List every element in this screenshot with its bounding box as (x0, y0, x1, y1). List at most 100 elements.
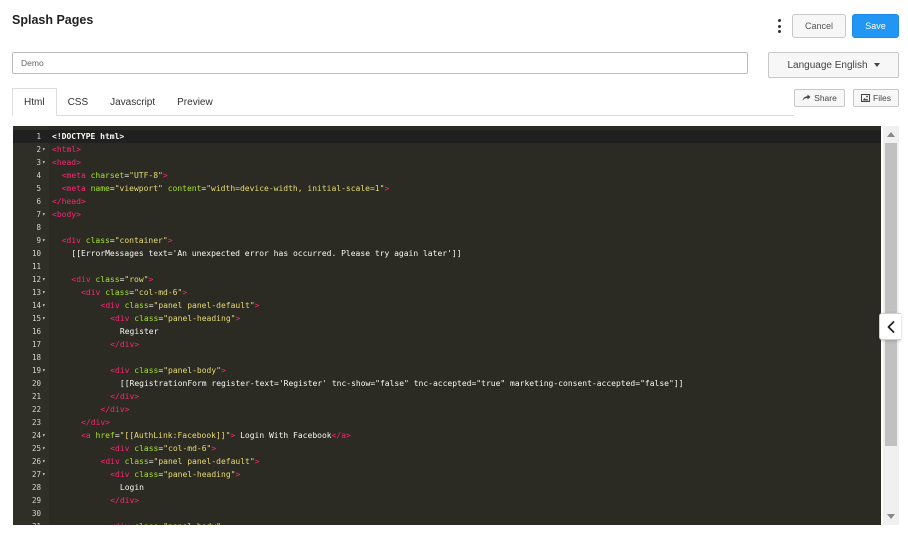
share-button[interactable]: Share (794, 89, 845, 107)
scrollbar-thumb[interactable] (885, 143, 897, 446)
code-line[interactable]: 5 <meta name="viewport" content="width=de… (13, 182, 881, 195)
code-token: Login With Facebook (235, 431, 332, 440)
code-text: [[ErrorMessages text='An unexpected erro… (49, 249, 462, 258)
fold-toggle-icon[interactable]: ▾ (41, 211, 49, 218)
code-line[interactable]: 11 (13, 260, 881, 273)
cancel-button[interactable]: Cancel (792, 14, 846, 38)
code-token: <div (100, 301, 125, 310)
code-line[interactable]: 25 ▾ <div class="col-md-6"> (13, 442, 881, 455)
fold-toggle-icon[interactable]: ▾ (41, 159, 49, 166)
fold-toggle-icon[interactable]: ▾ (41, 523, 49, 525)
fold-toggle-icon[interactable]: ▾ (41, 432, 49, 439)
code-line[interactable]: 10 [[ErrorMessages text='An unexpected er… (13, 247, 881, 260)
code-token: <div (110, 314, 135, 323)
scroll-down-arrow-icon[interactable] (887, 514, 895, 519)
code-text: <div class="col-md-6"> (49, 288, 187, 297)
line-number: 28 (31, 483, 41, 492)
code-token: <a (81, 431, 96, 440)
code-token: Login (119, 483, 144, 492)
code-token: "panel panel-default" (153, 457, 255, 466)
code-line[interactable]: 29 </div> (13, 494, 881, 507)
line-number: 18 (31, 353, 41, 362)
line-number: 21 (31, 392, 41, 401)
line-number: 31 (13, 522, 41, 525)
editor-tabs: Html CSS Javascript Preview (12, 88, 794, 116)
code-text: <div class="panel-heading"> (49, 314, 240, 323)
code-line[interactable]: 15 ▾ <div class="panel-heading"> (13, 312, 881, 325)
code-token: [[ErrorMessages text='An unexpected erro… (71, 249, 462, 258)
code-token: > (148, 275, 154, 284)
code-text: <div class="panel-heading"> (49, 470, 240, 479)
code-text: <html> (49, 145, 81, 154)
code-line[interactable]: 1 <!DOCTYPE html> (13, 130, 881, 143)
code-line[interactable]: 8 (13, 221, 881, 234)
code-token: </div> (110, 496, 140, 505)
fold-toggle-icon[interactable]: ▾ (41, 315, 49, 322)
code-token: charset (90, 171, 125, 180)
fold-toggle-icon[interactable]: ▾ (41, 276, 49, 283)
code-line[interactable]: 31▾<div class="panel-body"> (13, 520, 881, 525)
code-line[interactable]: 21 </div> (13, 390, 881, 403)
code-line[interactable]: 9 ▾ <div class="container"> (13, 234, 881, 247)
more-options-icon[interactable] (776, 19, 782, 33)
code-line[interactable]: 7 ▾ <body> (13, 208, 881, 221)
code-line[interactable]: 19 ▾ <div class="panel-body"> (13, 364, 881, 377)
code-line[interactable]: 2 ▾ <html> (13, 143, 881, 156)
code-token: "width=device-width, initial-scale=1" (206, 184, 385, 193)
files-button[interactable]: Files (853, 89, 899, 107)
fold-toggle-icon[interactable]: ▾ (41, 146, 49, 153)
tab-html[interactable]: Html (12, 88, 57, 116)
language-dropdown[interactable]: Language English (768, 52, 899, 78)
code-line[interactable]: 14 ▾ <div class="panel panel-default"> (13, 299, 881, 312)
code-line[interactable]: 23 </div> (13, 416, 881, 429)
code-token: "panel panel-default" (153, 301, 255, 310)
code-token: class (124, 301, 149, 310)
fold-toggle-icon[interactable]: ▾ (41, 471, 49, 478)
code-line[interactable]: 13 ▾ <div class="col-md-6"> (13, 286, 881, 299)
line-number: 12 (31, 275, 41, 284)
code-line[interactable]: 30 (13, 507, 881, 520)
code-token: name (90, 184, 110, 193)
page-name-input[interactable]: Demo (12, 52, 748, 74)
code-line[interactable]: 18 (13, 351, 881, 364)
code-line[interactable]: 4 <meta charset="UTF-8"> (13, 169, 881, 182)
code-line[interactable]: 17 </div> (13, 338, 881, 351)
line-number: 16 (31, 327, 41, 336)
tab-css[interactable]: CSS (57, 88, 100, 116)
code-text: </div> (49, 405, 130, 414)
code-token: "col-md-6" (134, 288, 183, 297)
image-icon (861, 94, 871, 102)
code-token: <div (100, 457, 125, 466)
code-editor[interactable]: 1 <!DOCTYPE html> 2 ▾ <html> 3 ▾ <head> 4 <meta c… (13, 126, 881, 525)
code-line[interactable]: 24 ▾ <a href="[[AuthLink:Facebook]]"> Logi… (13, 429, 881, 442)
code-token: class (134, 470, 159, 479)
code-line[interactable]: 16 Register (13, 325, 881, 338)
code-token: "panel-body" (163, 366, 221, 375)
code-line[interactable]: 27 ▾ <div class="panel-heading"> (13, 468, 881, 481)
code-line[interactable]: 20 [[RegistrationForm register-text='Regi… (13, 377, 881, 390)
line-number: 11 (31, 262, 41, 271)
code-line[interactable]: 6 </head> (13, 195, 881, 208)
code-line[interactable]: 3 ▾ <head> (13, 156, 881, 169)
save-button[interactable]: Save (852, 14, 899, 38)
fold-toggle-icon[interactable]: ▾ (41, 289, 49, 296)
collapse-panel-button[interactable] (879, 313, 901, 340)
code-token: class (134, 314, 159, 323)
fold-toggle-icon[interactable]: ▾ (41, 367, 49, 374)
code-text: <body> (49, 210, 81, 219)
tab-javascript[interactable]: Javascript (99, 88, 166, 116)
code-line[interactable]: 22 </div> (13, 403, 881, 416)
fold-toggle-icon[interactable]: ▾ (41, 458, 49, 465)
line-number: 27 (31, 470, 41, 479)
fold-toggle-icon[interactable]: ▾ (41, 445, 49, 452)
line-number: 22 (31, 405, 41, 414)
fold-toggle-icon[interactable]: ▾ (41, 302, 49, 309)
tab-preview[interactable]: Preview (166, 88, 224, 116)
code-token: class (134, 522, 158, 525)
scroll-up-arrow-icon[interactable] (887, 132, 895, 137)
code-line[interactable]: 12 ▾ <div class="row"> (13, 273, 881, 286)
fold-toggle-icon[interactable]: ▾ (41, 237, 49, 244)
code-line[interactable]: 28 Login (13, 481, 881, 494)
line-number: 17 (31, 340, 41, 349)
code-line[interactable]: 26 ▾ <div class="panel panel-default"> (13, 455, 881, 468)
